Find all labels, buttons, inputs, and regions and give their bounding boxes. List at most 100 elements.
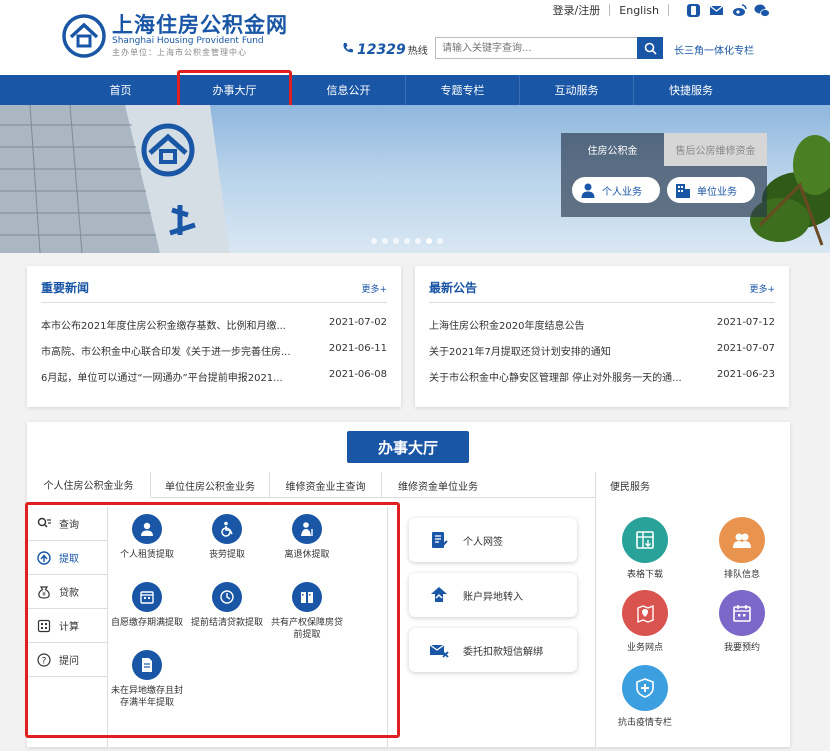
search-button[interactable] — [637, 37, 663, 59]
wechat-icon[interactable] — [754, 2, 770, 18]
forms-download[interactable]: 表格下载 — [610, 517, 680, 580]
company-business-button[interactable]: 单位业务 — [667, 177, 755, 203]
news-date: 2021-07-02 — [328, 317, 387, 328]
personal-signing-button[interactable]: 个人网签 — [409, 518, 577, 562]
news-date: 2021-06-08 — [328, 369, 387, 380]
carousel-dots — [371, 238, 448, 244]
carousel-dot[interactable] — [371, 238, 377, 244]
business-panel: 住房公积金 售后公房维修资金 个人业务 单位业务 — [561, 133, 767, 217]
important-news-card: 重要新闻 更多+ 本市公布2021年度住房公积金缴存基数、比例和月缴... 202… — [27, 266, 401, 407]
tab-personal-fund[interactable]: 个人住房公积金业务 — [27, 472, 151, 498]
service-outlets[interactable]: 业务网点 — [610, 590, 680, 653]
building-icon — [676, 184, 690, 198]
divider — [609, 4, 611, 16]
make-appointment[interactable]: 我要预约 — [707, 590, 777, 653]
carousel-dot[interactable] — [404, 238, 410, 244]
logo-english: Shanghai Housing Provident Fund — [112, 36, 264, 46]
tab-unit-maintenance[interactable]: 维修资金单位业务 — [382, 472, 494, 498]
nav-quick-service[interactable]: 快捷服务 — [634, 75, 748, 105]
latest-notices-card: 最新公告 更多+ 上海住房公积金2020年度结息公告 2021-07-12 关于2… — [415, 266, 789, 407]
news-item[interactable]: 市高院、市公积金中心联合印发《关于进一步完善住房... 2021-06-11 — [41, 343, 387, 369]
button-label: 个人网签 — [463, 536, 503, 548]
notice-title[interactable]: 关于市公积金中心静安区管理部 停止对外服务一天的通... — [429, 369, 682, 395]
contract-icon — [432, 532, 448, 548]
notice-item[interactable]: 上海住房公积金2020年度结息公告 2021-07-12 — [429, 317, 775, 343]
service-hall-title: 办事大厅 — [347, 431, 469, 463]
news-title[interactable]: 6月起，单位可以通过“一网通办”平台提前申报2021... — [41, 369, 283, 395]
search-bar — [435, 37, 663, 59]
transfer-icon — [431, 587, 447, 602]
download-table-icon — [622, 517, 668, 563]
notice-date: 2021-07-12 — [716, 317, 775, 328]
covid-column[interactable]: 抗击疫情专栏 — [610, 665, 680, 728]
map-pin-icon — [622, 590, 668, 636]
notice-title[interactable]: 关于2021年7月提取还贷计划安排的通知 — [429, 343, 611, 369]
news-item[interactable]: 6月起，单位可以通过“一网通办”平台提前申报2021... 2021-06-08 — [41, 369, 387, 395]
button-label: 委托扣款短信解绑 — [463, 646, 543, 658]
divider — [595, 472, 596, 747]
app-icon[interactable] — [685, 2, 701, 18]
site-logo[interactable]: 上海住房公积金网 Shanghai Housing Provident Fund… — [62, 14, 288, 58]
convenience-label: 排队信息 — [723, 570, 760, 580]
hotline: 12329 热线 — [342, 42, 428, 58]
carousel-dot[interactable] — [393, 238, 399, 244]
tab-owner-query[interactable]: 维修资金业主查询 — [270, 472, 382, 498]
people-icon — [719, 517, 765, 563]
news-date: 2021-06-11 — [328, 343, 387, 354]
english-link[interactable]: English — [619, 4, 659, 17]
convenience-label: 业务网点 — [626, 643, 663, 653]
personal-business-label: 个人业务 — [602, 186, 642, 198]
mail-icon[interactable] — [708, 2, 724, 18]
mail-unbind-icon — [429, 644, 449, 658]
nav-home[interactable]: 首页 — [64, 75, 178, 105]
queue-info[interactable]: 排队信息 — [707, 517, 777, 580]
search-icon — [644, 42, 657, 55]
notice-item[interactable]: 关于2021年7月提取还贷计划安排的通知 2021-07-07 — [429, 343, 775, 369]
tab-maintenance-fund[interactable]: 售后公房维修资金 — [664, 133, 767, 166]
account-transfer-button[interactable]: 账户异地转入 — [409, 573, 577, 617]
notice-item[interactable]: 关于市公积金中心静安区管理部 停止对外服务一天的通... 2021-06-23 — [429, 369, 775, 395]
calendar-icon — [719, 590, 765, 636]
shield-plus-icon — [622, 665, 668, 711]
convenience-label: 抗击疫情专栏 — [617, 718, 672, 728]
weibo-icon[interactable] — [731, 2, 747, 18]
card-title: 重要新闻 — [41, 281, 90, 295]
carousel-dot-active[interactable] — [426, 238, 432, 244]
main-nav: 首页 办事大厅 信息公开 专题专栏 互动服务 快捷服务 — [0, 75, 830, 105]
nav-interactive[interactable]: 互动服务 — [520, 75, 634, 105]
personal-business-button[interactable]: 个人业务 — [572, 177, 660, 203]
search-input[interactable] — [435, 37, 637, 59]
hotline-number: 12329 — [357, 42, 406, 58]
tab-company-fund[interactable]: 单位住房公积金业务 — [151, 472, 270, 498]
company-business-label: 单位业务 — [697, 186, 737, 198]
carousel-dot[interactable] — [382, 238, 388, 244]
card-title: 最新公告 — [429, 281, 478, 295]
hotline-label: 热线 — [407, 46, 428, 57]
convenience-services-label: 便民服务 — [610, 482, 650, 493]
notice-title[interactable]: 上海住房公积金2020年度结息公告 — [429, 317, 584, 343]
nav-special-topics[interactable]: 专题专栏 — [406, 75, 520, 105]
convenience-label: 我要预约 — [723, 643, 760, 653]
header: 上海住房公积金网 Shanghai Housing Provident Fund… — [0, 0, 830, 75]
news-item[interactable]: 本市公布2021年度住房公积金缴存基数、比例和月缴... 2021-07-02 — [41, 317, 387, 343]
nav-info-disclosure[interactable]: 信息公开 — [292, 75, 406, 105]
news-title[interactable]: 本市公布2021年度住房公积金缴存基数、比例和月缴... — [41, 317, 286, 343]
divider — [668, 4, 669, 16]
more-link[interactable]: 更多+ — [361, 282, 387, 295]
phone-icon — [343, 43, 353, 53]
sms-unbind-button[interactable]: 委托扣款短信解绑 — [409, 628, 577, 672]
news-title[interactable]: 市高院、市公积金中心联合印发《关于进一步完善住房... — [41, 343, 291, 369]
logo-sponsor: 主办单位：上海市公积金管理中心 — [112, 48, 247, 57]
top-links: 登录/注册 English — [553, 2, 770, 18]
more-link[interactable]: 更多+ — [749, 282, 775, 295]
notice-date: 2021-07-07 — [716, 343, 775, 354]
login-link[interactable]: 登录/注册 — [553, 2, 601, 18]
house-logo-icon — [62, 14, 106, 58]
logo-title: 上海住房公积金网 — [112, 13, 288, 37]
service-tabs: 个人住房公积金业务 单位住房公积金业务 维修资金业主查询 维修资金单位业务 — [27, 472, 595, 498]
building-image — [0, 105, 230, 253]
yangtze-delta-link[interactable]: 长三角一体化专栏 — [674, 42, 754, 57]
carousel-dot[interactable] — [437, 238, 443, 244]
carousel-dot[interactable] — [415, 238, 421, 244]
tab-housing-fund[interactable]: 住房公积金 — [561, 133, 664, 166]
